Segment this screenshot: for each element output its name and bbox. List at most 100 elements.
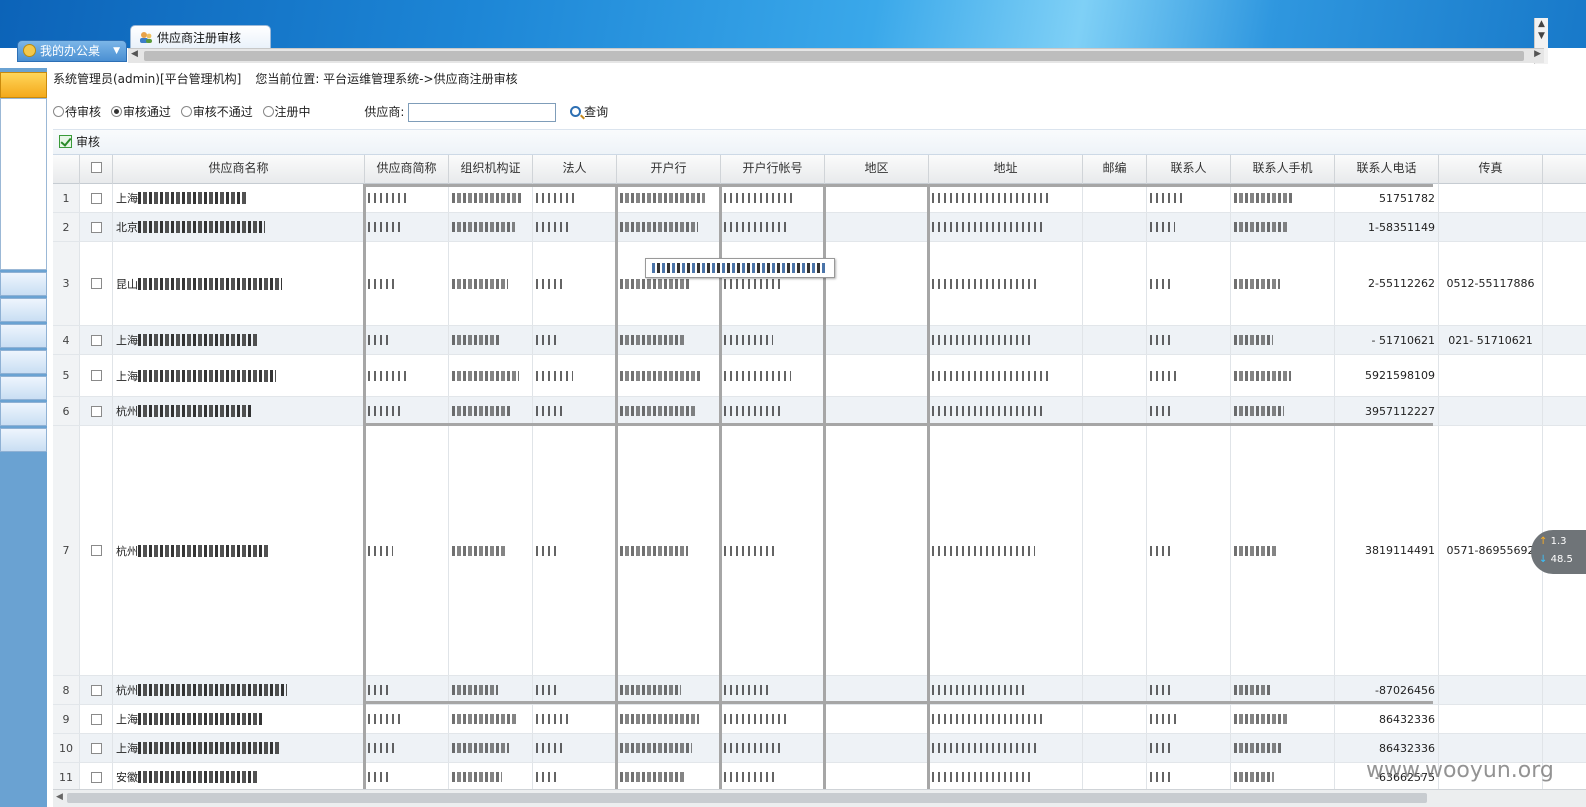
redacted-cell xyxy=(533,705,617,733)
table-row[interactable]: 4 上海 - 51710621 021- 51710621 xyxy=(53,326,1586,355)
redacted-cell xyxy=(449,676,533,704)
redacted-text xyxy=(932,370,1049,381)
radio-icon[interactable] xyxy=(180,106,192,117)
sidebar-header[interactable] xyxy=(0,72,47,98)
row-checkbox[interactable] xyxy=(90,405,102,417)
table-row[interactable]: 7 杭州 3819114491 0571-86955692 xyxy=(53,426,1586,676)
row-checkbox[interactable] xyxy=(90,545,102,556)
radio-icon[interactable] xyxy=(53,106,64,117)
sidebar-item[interactable] xyxy=(0,428,47,452)
row-checkbox[interactable] xyxy=(90,771,102,783)
header-address[interactable]: 地址 xyxy=(929,155,1083,184)
breadcrumb: 系统管理员(admin)[平台管理机构] 您当前位置: 平台运维管理系统->供应商… xyxy=(53,70,518,88)
query-button[interactable]: 查询 xyxy=(570,100,608,124)
select-all-checkbox[interactable] xyxy=(90,162,102,173)
redacted-text xyxy=(1234,714,1288,724)
redacted-text xyxy=(536,222,569,232)
header-supplier-short[interactable]: 供应商简称 xyxy=(365,155,449,184)
sidebar-item[interactable] xyxy=(0,402,47,426)
radio-approved[interactable]: 审核通过 xyxy=(110,100,171,124)
tab-supplier-audit[interactable]: 供应商注册审核 xyxy=(130,25,271,49)
table-row[interactable]: 6 杭州 3957112227 xyxy=(53,397,1586,426)
redacted-cell xyxy=(929,763,1083,789)
redacted-cell xyxy=(1231,242,1335,325)
supplier-input[interactable] xyxy=(408,103,557,122)
row-checkbox[interactable] xyxy=(90,192,102,204)
row-checkbox[interactable] xyxy=(90,370,102,381)
row-checkbox[interactable] xyxy=(90,713,102,725)
row-checkbox-cell xyxy=(80,184,113,212)
redacted-cell xyxy=(365,184,449,212)
redacted-cell xyxy=(1231,426,1335,675)
redacted-cell xyxy=(449,426,533,675)
grid-horizontal-scrollbar[interactable]: ◀ xyxy=(53,789,1586,807)
header-postcode[interactable]: 邮编 xyxy=(1083,155,1147,184)
redacted-text xyxy=(1234,545,1277,556)
header-legal-person[interactable]: 法人 xyxy=(533,155,617,184)
tab-my-desktop-label: 我的办公桌 xyxy=(40,44,101,58)
header-org-code[interactable]: 组织机构证 xyxy=(449,155,533,184)
network-speed-widget[interactable]: ↑ 1.3 ↓ 48.5 xyxy=(1531,530,1586,574)
chevron-down-icon[interactable]: ▼ xyxy=(113,41,120,61)
header-contact[interactable]: 联系人 xyxy=(1147,155,1231,184)
table-row[interactable]: 5 上海 5921598109 xyxy=(53,355,1586,397)
row-checkbox[interactable] xyxy=(90,278,102,289)
row-checkbox[interactable] xyxy=(90,684,102,696)
header-region[interactable]: 地区 xyxy=(825,155,929,184)
scroll-thumb[interactable] xyxy=(67,793,1427,803)
redacted-cell xyxy=(617,676,721,704)
redacted-text xyxy=(368,545,393,556)
scroll-thumb[interactable] xyxy=(144,51,1524,61)
radio-icon[interactable] xyxy=(262,106,274,117)
redacted-cell xyxy=(365,426,449,675)
redacted-cell xyxy=(533,397,617,425)
scroll-right-icon[interactable]: ▶ xyxy=(1534,49,1541,59)
redacted-cell xyxy=(449,184,533,212)
redacted-cell xyxy=(825,676,929,704)
table-row[interactable]: 1 上海 51751782 xyxy=(53,184,1586,213)
row-number: 4 xyxy=(53,326,80,354)
redacted-cell xyxy=(929,676,1083,704)
table-row[interactable]: 3 昆山 2-55112262 0512-55117886 xyxy=(53,242,1586,326)
tab-strip-scrollbar[interactable]: ◀ ▶ xyxy=(128,48,1544,63)
radio-rejected[interactable]: 审核不通过 xyxy=(180,100,253,124)
supplier-name-prefix: 上海 xyxy=(116,742,138,755)
header-supplier-name[interactable]: 供应商名称 xyxy=(113,155,365,184)
radio-registering[interactable]: 注册中 xyxy=(262,100,311,124)
tab-my-desktop[interactable]: 我的办公桌 ▼ xyxy=(17,40,127,62)
row-checkbox[interactable] xyxy=(90,221,102,233)
users-icon xyxy=(140,32,152,43)
scroll-left-icon[interactable]: ◀ xyxy=(131,49,138,59)
header-bank[interactable]: 开户行 xyxy=(617,155,721,184)
header-contact-mobile[interactable]: 联系人手机 xyxy=(1231,155,1335,184)
redacted-cell xyxy=(1231,184,1335,212)
row-checkbox[interactable] xyxy=(90,742,102,754)
table-row[interactable]: 11 安徽 -63662575 xyxy=(53,763,1586,789)
redacted-cell xyxy=(1231,355,1335,396)
sidebar-item[interactable] xyxy=(0,298,47,322)
sidebar-item[interactable] xyxy=(0,376,47,400)
row-checkbox[interactable] xyxy=(90,334,102,346)
table-row[interactable]: 10 上海 86432336 xyxy=(53,734,1586,763)
radio-pending[interactable]: 待审核 xyxy=(53,100,101,124)
header-fax[interactable]: 传真 xyxy=(1439,155,1543,184)
scroll-left-icon[interactable]: ◀ xyxy=(56,792,63,802)
sidebar-item[interactable] xyxy=(0,272,47,296)
radio-selected-icon[interactable] xyxy=(110,106,122,117)
redacted-cell xyxy=(721,184,825,212)
redacted-text xyxy=(536,714,570,724)
redacted-text xyxy=(452,545,505,556)
table-row[interactable]: 9 上海 86432336 xyxy=(53,705,1586,734)
header-bank-account[interactable]: 开户行帐号 xyxy=(721,155,825,184)
redacted-text xyxy=(536,193,576,203)
audit-button[interactable]: 审核 xyxy=(59,135,100,149)
sidebar-item[interactable] xyxy=(0,324,47,348)
redacted-cell xyxy=(1147,213,1231,241)
redacted-cell xyxy=(365,763,449,789)
sidebar-item[interactable] xyxy=(0,350,47,374)
contact-phone-cell: - 51710621 xyxy=(1335,326,1439,354)
header-contact-phone[interactable]: 联系人电话 xyxy=(1335,155,1439,184)
redacted-cell xyxy=(1231,676,1335,704)
header-select-all[interactable] xyxy=(80,155,113,184)
table-row[interactable]: 2 北京 1-58351149 xyxy=(53,213,1586,242)
